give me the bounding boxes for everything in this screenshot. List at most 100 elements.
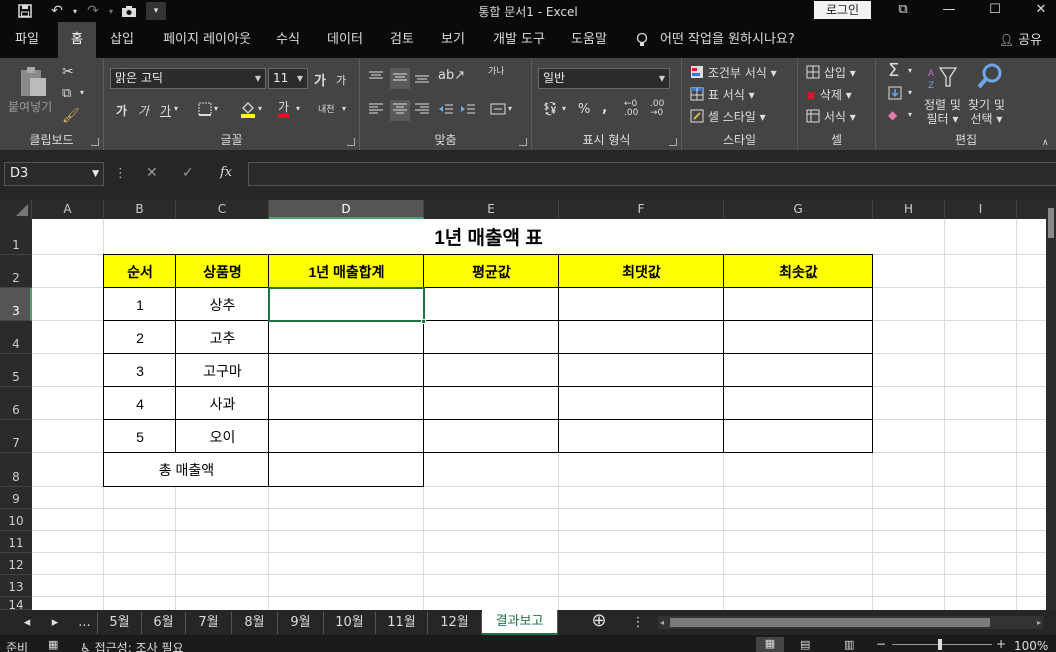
comma-button[interactable]: , <box>602 100 607 116</box>
header-cell-product[interactable]: 상품명 <box>176 255 269 288</box>
macro-record-icon[interactable]: ▦ <box>48 638 58 651</box>
tab-home[interactable]: 홈 <box>58 22 96 58</box>
cut-icon[interactable]: ✂ <box>62 64 74 80</box>
tab-formulas[interactable]: 수식 <box>268 22 308 58</box>
sheet-tab-report[interactable]: 결과보고 <box>482 610 558 635</box>
underline-button[interactable]: 가 <box>160 102 171 119</box>
number-launcher-icon[interactable] <box>669 138 677 146</box>
order-cell[interactable]: 2 <box>104 321 176 354</box>
column-header-i[interactable]: I <box>945 200 1017 219</box>
phonetic-dropdown-icon[interactable]: ▾ <box>342 104 346 113</box>
clear-dropdown-icon[interactable]: ▾ <box>908 110 912 119</box>
product-cell[interactable]: 오이 <box>176 420 269 453</box>
sort-filter-button[interactable]: 정렬 및 필터 ▾ <box>924 98 961 126</box>
insert-function-icon[interactable]: fx <box>220 165 232 180</box>
grow-font-button[interactable]: 가 <box>314 70 326 89</box>
prev-sheet-icon[interactable]: ◂ <box>16 612 38 634</box>
row-header-3[interactable]: 3 <box>0 288 32 321</box>
align-right-icon[interactable] <box>414 102 430 119</box>
horizontal-scrollbar[interactable]: ◂ ▸ <box>658 616 1043 629</box>
italic-button[interactable]: 가 <box>138 102 149 119</box>
sheet-tab-12[interactable]: 12월 <box>428 612 482 634</box>
order-cell[interactable]: 1 <box>104 288 176 321</box>
tab-insert[interactable]: 삽입 <box>102 22 142 58</box>
clear-icon[interactable]: ◆ <box>888 108 897 122</box>
cell-styles-button[interactable]: 셀 스타일 ▾ <box>690 108 766 126</box>
sheet-tab-6[interactable]: 6월 <box>142 612 186 634</box>
ribbon-display-icon[interactable]: ⧉ <box>880 0 926 20</box>
wrap-text-button[interactable]: 가나 <box>488 68 505 77</box>
horizontal-scroll-thumb[interactable] <box>670 618 990 627</box>
column-header-a[interactable]: A <box>32 200 104 219</box>
underline-dropdown-icon[interactable]: ▾ <box>174 104 178 113</box>
row-header-11[interactable]: 11 <box>0 531 32 553</box>
decrease-decimal-icon[interactable]: .00 →0 <box>650 100 664 118</box>
clipboard-launcher-icon[interactable] <box>91 138 99 146</box>
save-icon[interactable] <box>14 2 36 20</box>
format-cells-button[interactable]: 서식 ▾ <box>806 108 856 126</box>
align-top-icon[interactable] <box>368 70 384 87</box>
vertical-scrollbar[interactable] <box>1046 200 1056 610</box>
header-cell-min[interactable]: 최솟값 <box>724 255 873 288</box>
fill-color-dropdown-icon[interactable]: ▾ <box>258 104 262 113</box>
normal-view-icon[interactable]: ▦ <box>756 637 784 652</box>
insert-cells-button[interactable]: 삽입 ▾ <box>806 64 856 82</box>
format-as-table-button[interactable]: 표 서식 ▾ <box>690 86 755 104</box>
align-middle-icon[interactable] <box>390 68 410 89</box>
borders-dropdown-icon[interactable]: ▾ <box>214 104 218 113</box>
close-button[interactable]: ✕ <box>1018 0 1056 20</box>
product-cell[interactable]: 고추 <box>176 321 269 354</box>
lightbulb-icon[interactable] <box>632 22 652 58</box>
column-header-c[interactable]: C <box>176 200 269 219</box>
login-button[interactable]: 로그인 <box>814 1 871 19</box>
page-layout-view-icon[interactable]: ▤ <box>800 638 810 651</box>
page-break-view-icon[interactable]: ▥ <box>844 638 854 651</box>
name-box-dropdown-icon[interactable]: ▼ <box>92 163 99 185</box>
currency-icon[interactable]: 💱︎ <box>542 102 559 117</box>
merge-dropdown-icon[interactable]: ▾ <box>508 104 512 113</box>
align-bottom-icon[interactable] <box>414 70 430 87</box>
tab-data[interactable]: 데이터 <box>318 22 372 58</box>
product-cell[interactable]: 고구마 <box>176 354 269 387</box>
tab-page-layout[interactable]: 페이지 레이아웃 <box>152 22 262 58</box>
row-header-14[interactable]: 14 <box>0 597 32 610</box>
row-header-1[interactable]: 1 <box>0 219 32 255</box>
orientation-icon[interactable]: ab↗ <box>438 68 465 83</box>
active-cell-d3[interactable] <box>268 287 425 322</box>
alignment-launcher-icon[interactable] <box>519 138 527 146</box>
formula-input[interactable] <box>248 162 1056 186</box>
zoom-level[interactable]: 100% <box>1014 639 1048 652</box>
find-select-icon[interactable] <box>976 62 1004 93</box>
tab-file[interactable]: 파일 <box>4 22 50 58</box>
vertical-scroll-thumb[interactable] <box>1048 208 1054 238</box>
font-color-button[interactable]: 가 <box>278 100 290 118</box>
header-cell-average[interactable]: 평균값 <box>424 255 559 288</box>
increase-indent-icon[interactable] <box>460 102 476 119</box>
row-header-6[interactable]: 6 <box>0 387 32 420</box>
row-header-13[interactable]: 13 <box>0 575 32 597</box>
row-header-4[interactable]: 4 <box>0 321 32 354</box>
format-painter-icon[interactable]: 🖌︎ <box>62 108 80 124</box>
sheet-tab-more[interactable]: ... <box>72 612 98 634</box>
copy-icon[interactable]: ⧉ <box>62 86 71 101</box>
name-box[interactable]: D3 ▼ <box>4 162 104 186</box>
tab-developer[interactable]: 개발 도구 <box>484 22 554 58</box>
copy-dropdown-icon[interactable]: ▾ <box>80 88 84 97</box>
borders-icon[interactable] <box>198 102 212 119</box>
autosum-icon[interactable]: Σ <box>888 60 899 81</box>
select-all-corner[interactable] <box>0 200 32 219</box>
sheet-tab-9[interactable]: 9월 <box>278 612 324 634</box>
tab-review[interactable]: 검토 <box>380 22 424 58</box>
number-format-select[interactable]: 일반 ▼ <box>538 68 670 89</box>
fill-dropdown-icon[interactable]: ▾ <box>908 88 912 97</box>
column-header-f[interactable]: F <box>559 200 724 219</box>
tab-help[interactable]: 도움말 <box>562 22 616 58</box>
sheet-tab-11[interactable]: 11월 <box>376 612 428 634</box>
phonetic-button[interactable]: 내천 <box>318 102 335 115</box>
collapse-ribbon-icon[interactable]: ∧ <box>1042 138 1049 148</box>
next-sheet-icon[interactable]: ▸ <box>44 612 66 634</box>
merge-center-icon[interactable] <box>490 102 506 119</box>
zoom-out-icon[interactable]: − <box>876 637 886 651</box>
align-center-icon[interactable] <box>390 100 410 121</box>
product-cell[interactable]: 사과 <box>176 387 269 420</box>
